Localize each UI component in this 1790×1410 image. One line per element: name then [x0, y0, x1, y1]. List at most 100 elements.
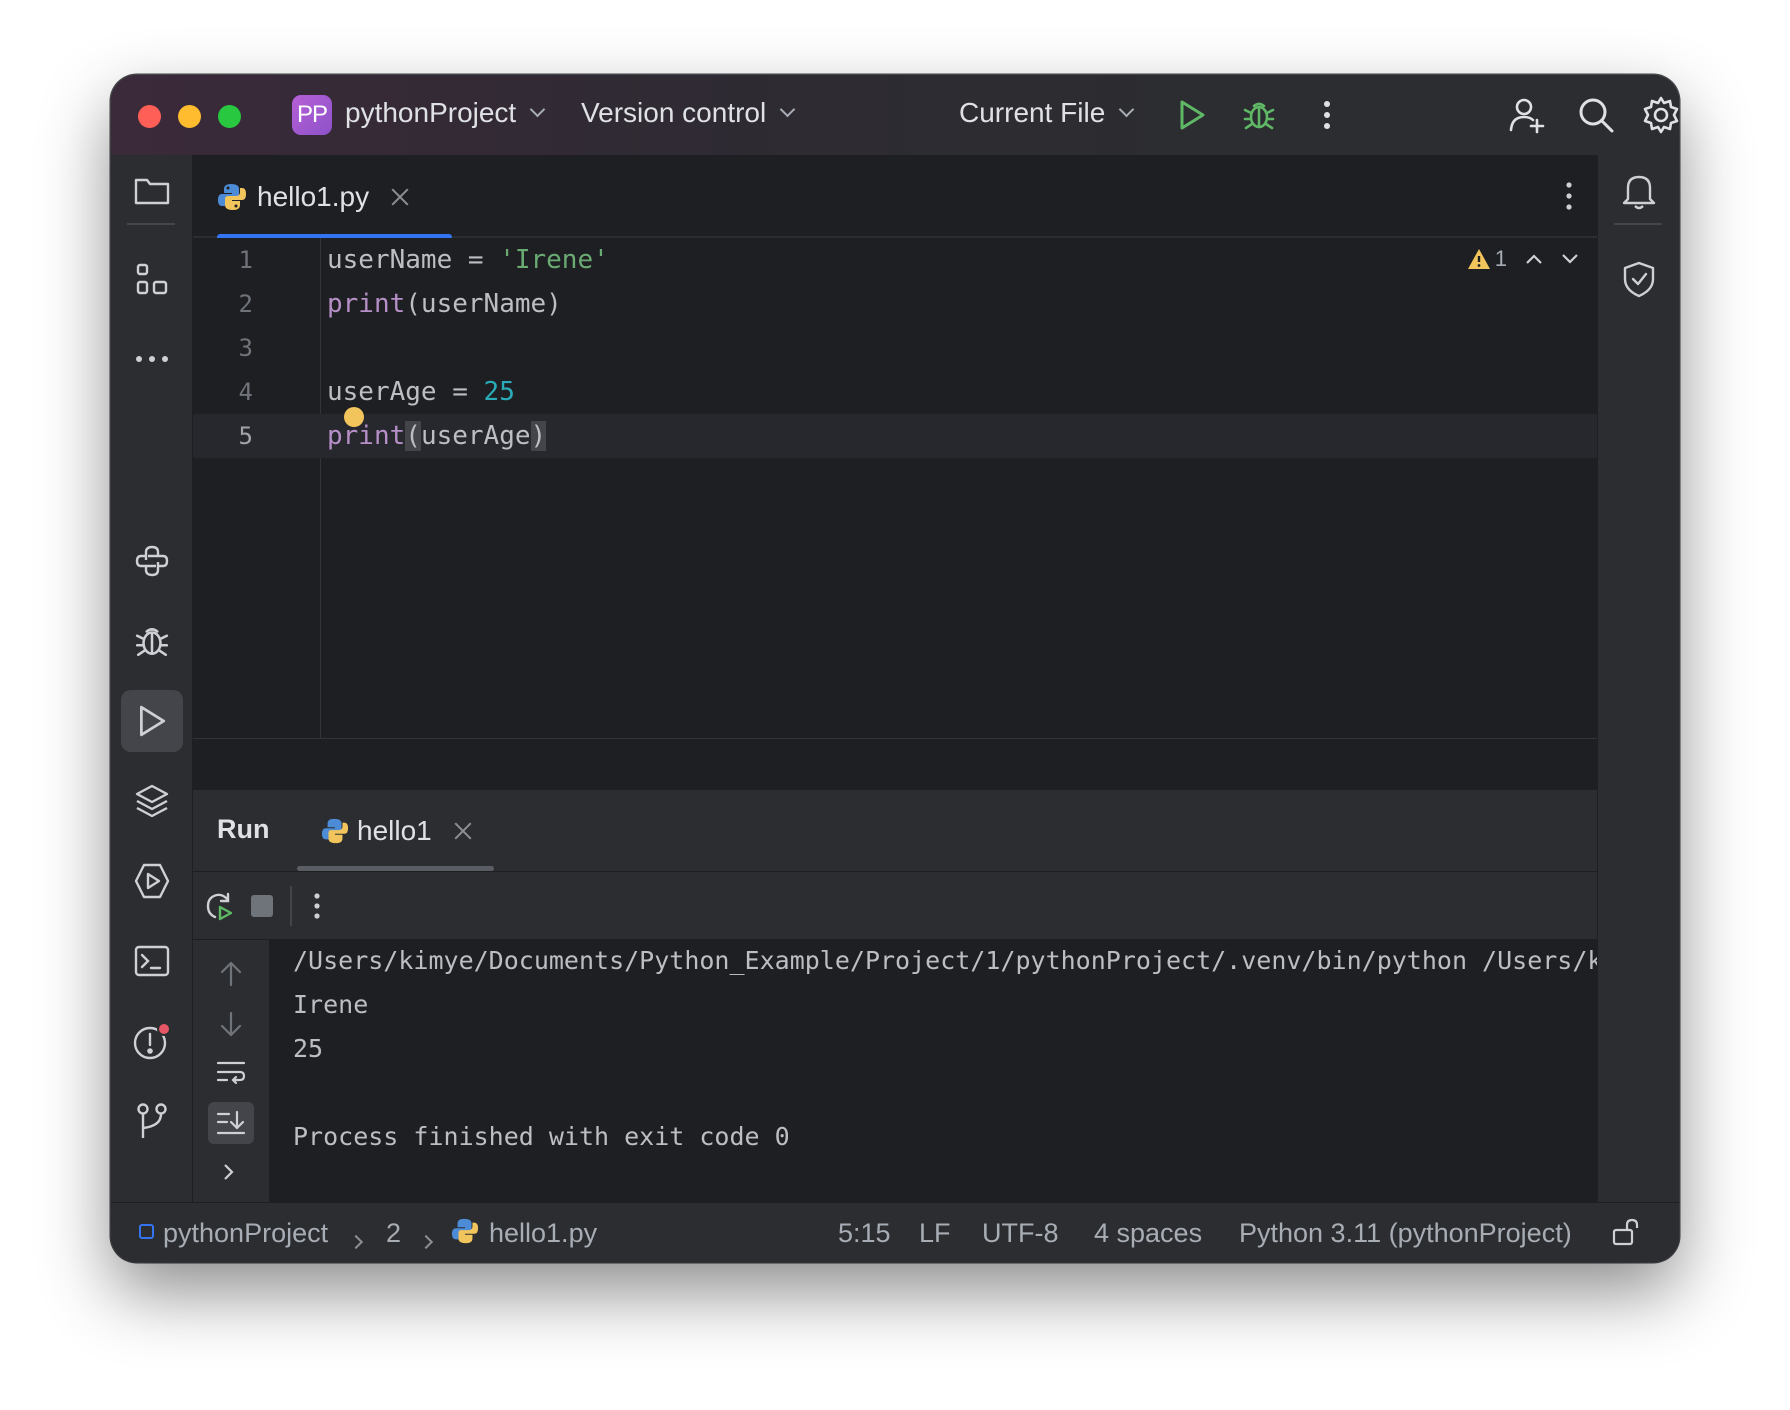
line-number: 1: [238, 246, 253, 274]
breadcrumb-file[interactable]: hello1.py: [489, 1218, 597, 1249]
search-icon[interactable]: [1576, 95, 1616, 135]
project-module-icon: [139, 1224, 154, 1239]
code-token: 'Irene': [499, 245, 609, 275]
settings-icon[interactable]: [1641, 95, 1679, 135]
tab-more-icon[interactable]: [1565, 181, 1573, 216]
project-name: pythonProject: [345, 97, 517, 128]
code-token: userName =: [327, 245, 500, 275]
caret-position[interactable]: 5:15: [838, 1218, 891, 1249]
code-token: (userName): [405, 289, 562, 319]
tab-hello1-py[interactable]: hello1.py: [217, 155, 452, 240]
git-branch-icon[interactable]: [121, 1090, 183, 1152]
close-run-tab-icon[interactable]: [454, 822, 472, 840]
lock-icon[interactable]: [1611, 1217, 1641, 1254]
left-toolbar: [111, 155, 193, 1202]
ide-window: PP pythonProject Version control Current…: [111, 75, 1679, 1262]
console-line: Process finished with exit code 0: [293, 1122, 790, 1151]
console-line: 25: [293, 1034, 324, 1063]
notifications-icon[interactable]: [1608, 160, 1670, 222]
chevron-down-icon: [1118, 101, 1135, 118]
more-icon[interactable]: [1307, 95, 1347, 135]
problems-icon[interactable]: [121, 1010, 183, 1072]
debug-tool-icon[interactable]: [121, 610, 183, 672]
run-console-output[interactable]: /Users/kimye/Documents/Python_Example/Pr…: [269, 940, 1597, 1202]
minimize-window-button[interactable]: [178, 105, 201, 128]
chevron-right-icon[interactable]: [221, 1162, 235, 1187]
console-line: Irene: [293, 990, 369, 1019]
run-tab-hello1[interactable]: hello1: [321, 808, 472, 854]
breadcrumb-folder[interactable]: 2: [386, 1218, 401, 1249]
project-switcher[interactable]: pythonProject: [345, 97, 546, 129]
run-more-icon[interactable]: [313, 892, 321, 925]
python-interpreter[interactable]: Python 3.11 (pythonProject): [1239, 1218, 1572, 1249]
line-separator[interactable]: LF: [919, 1218, 951, 1249]
chevron-down-icon: [529, 101, 546, 118]
zoom-window-button[interactable]: [218, 105, 241, 128]
chevron-down-icon[interactable]: [1561, 253, 1579, 265]
warning-count: 1: [1494, 246, 1507, 271]
run-icon[interactable]: [1172, 95, 1212, 135]
add-user-icon[interactable]: [1507, 95, 1547, 135]
intention-bulb-icon[interactable]: [344, 407, 364, 427]
shield-check-icon[interactable]: [1608, 248, 1670, 310]
code-token: 25: [483, 377, 515, 407]
editor-tabs: hello1.py: [193, 155, 1597, 240]
code-line: 2 print(userName): [193, 282, 1597, 326]
python-console-icon[interactable]: [121, 530, 183, 592]
stop-icon[interactable]: [251, 895, 273, 917]
scroll-to-end-icon[interactable]: [208, 1102, 254, 1144]
project-badge[interactable]: PP: [292, 95, 332, 135]
run-tab-label: hello1: [357, 815, 432, 846]
code-editor[interactable]: 1 userName = 'Irene' 2 print(userName) 3…: [193, 238, 1597, 738]
code-line: 3: [193, 326, 1597, 370]
active-run-tab-indicator: [297, 866, 494, 871]
structure-icon[interactable]: [121, 248, 183, 310]
more-tools-icon[interactable]: [121, 328, 183, 390]
version-control-label: Version control: [581, 97, 767, 128]
python-file-icon: [218, 183, 246, 210]
tab-label: hello1.py: [257, 180, 370, 212]
console-line: /Users/kimye/Documents/Python_Example/Pr…: [293, 946, 1597, 975]
breadcrumb-separator: [348, 1226, 364, 1257]
rerun-icon[interactable]: [203, 890, 235, 927]
code-token: (: [405, 421, 421, 451]
title-bar: PP pythonProject Version control Current…: [111, 75, 1679, 155]
status-bar: pythonProject 2 hello1.py 5:15 LF UTF-8 …: [111, 1202, 1679, 1262]
run-config-selector[interactable]: Current File: [959, 97, 1135, 129]
warning-icon: [1467, 249, 1490, 269]
indent-setting[interactable]: 4 spaces: [1094, 1218, 1202, 1249]
breadcrumb-project[interactable]: pythonProject: [163, 1218, 328, 1249]
debug-icon[interactable]: [1239, 95, 1279, 135]
run-panel-header: Run hello1: [193, 790, 1597, 872]
close-window-button[interactable]: [138, 105, 161, 128]
services-icon[interactable]: [121, 850, 183, 912]
terminal-icon[interactable]: [121, 930, 183, 992]
arrow-up-icon[interactable]: [217, 960, 245, 993]
folder-icon[interactable]: [121, 160, 183, 222]
version-control-menu[interactable]: Version control: [581, 97, 796, 129]
arrow-down-icon[interactable]: [217, 1010, 245, 1043]
editor-footer: [193, 738, 1597, 790]
code-line: 4 userAge = 25: [193, 370, 1597, 414]
line-number: 4: [238, 378, 253, 406]
inspection-widget[interactable]: 1: [1467, 246, 1579, 272]
line-number: 3: [238, 334, 253, 362]
line-number: 2: [238, 290, 253, 318]
console-actions: [193, 940, 269, 1202]
code-token: print: [327, 421, 406, 451]
run-config-label: Current File: [959, 97, 1106, 128]
chevron-up-icon[interactable]: [1525, 253, 1543, 265]
code-line: 1 userName = 'Irene': [193, 238, 1597, 282]
right-toolbar: [1597, 155, 1679, 1202]
python-file-icon: [451, 1217, 479, 1252]
file-encoding[interactable]: UTF-8: [982, 1218, 1059, 1249]
code-token: userAge: [420, 421, 531, 451]
run-tool-icon[interactable]: [121, 690, 183, 752]
soft-wrap-icon[interactable]: [215, 1058, 247, 1091]
breadcrumb-separator: [418, 1226, 434, 1257]
close-tab-icon[interactable]: [391, 188, 409, 206]
chevron-down-icon: [779, 101, 796, 118]
code-token: userAge =: [327, 377, 484, 407]
code-token: print: [327, 289, 406, 319]
layers-icon[interactable]: [121, 770, 183, 832]
